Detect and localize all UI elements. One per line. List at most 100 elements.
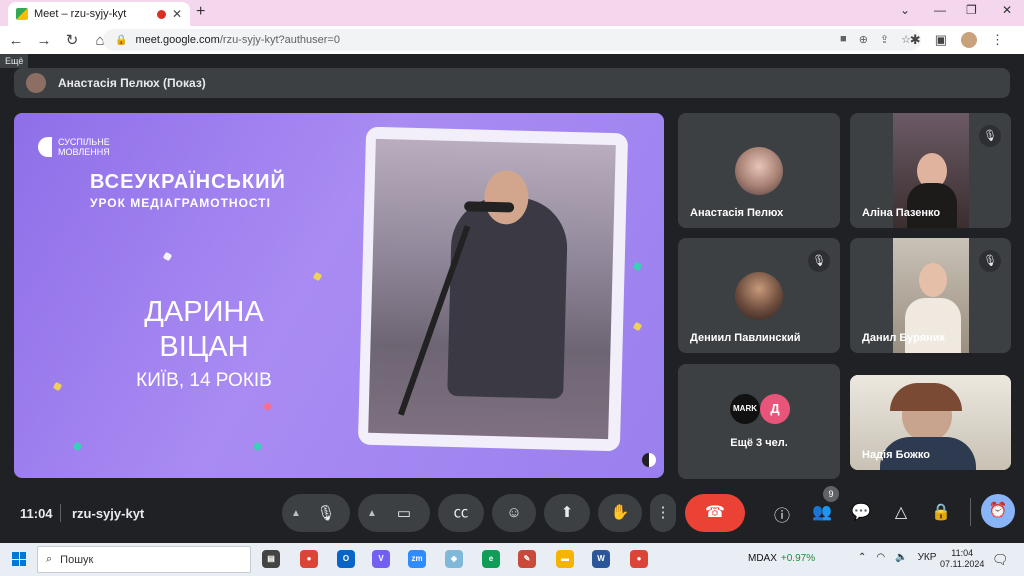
zoom-icon[interactable]: ⊕: [859, 33, 868, 46]
tab-title: Meet – rzu-syjy-kyt: [34, 8, 127, 20]
reactions-button[interactable]: ☺: [492, 494, 536, 532]
host-controls-lock-icon[interactable]: 🔒: [931, 502, 951, 522]
participant-name: Надія Божко: [862, 449, 930, 461]
suspilne-logo-icon: [38, 137, 52, 157]
side-panel-icon[interactable]: ▣: [935, 32, 947, 48]
camera-options-chevron-icon[interactable]: ▲: [362, 508, 382, 519]
meeting-code: rzu-syjy-kyt: [72, 506, 145, 521]
meet-control-bar: 11:04 rzu-syjy-kyt ▲ 🎙 ▲ ▭ ㏄ ☺ ⬆ ✋ ⋮ ☎ ⓘ…: [0, 480, 1024, 543]
meeting-clock: 11:04: [20, 506, 53, 521]
hangup-phone-icon: ☎: [705, 504, 725, 521]
taskbar-search[interactable]: ⌕ Пошук: [37, 546, 251, 573]
forward-arrow-icon[interactable]: →: [36, 32, 52, 49]
share-icon[interactable]: ⇪: [880, 33, 889, 46]
chrome-icon[interactable]: ●: [300, 550, 318, 568]
broadcaster-logo: СУСПІЛЬНЕ МОВЛЕННЯ: [38, 137, 110, 157]
lock-icon: 🔒: [115, 34, 128, 46]
new-tab-button[interactable]: +: [196, 3, 205, 21]
speaker-city-age: КИЇВ, 14 РОКІВ: [136, 370, 272, 391]
participant-tile[interactable]: 🎙 Аліна Пазенко: [850, 113, 1011, 228]
stock-ticker[interactable]: MDAX +0.97%: [748, 553, 815, 564]
close-window-button[interactable]: ✕: [1002, 3, 1012, 17]
more-participants-tile[interactable]: MARK Д Ещё 3 чел.: [678, 364, 840, 479]
more-vertical-icon: ⋮: [655, 504, 671, 521]
browser-tab-meet[interactable]: Meet – rzu-syjy-kyt ✕: [8, 2, 190, 26]
mic-off-icon: 🎙: [979, 125, 1001, 147]
raise-hand-icon: ✋: [610, 504, 630, 521]
presentation-stage[interactable]: СУСПІЛЬНЕ МОВЛЕННЯ ВСЕУКРАЇНСЬКИЙ УРОК МЕ…: [14, 113, 664, 478]
mic-options-chevron-icon[interactable]: ▲: [286, 508, 306, 519]
zoom-icon[interactable]: zm: [408, 550, 426, 568]
video-camera-icon[interactable]: ▭: [382, 504, 426, 522]
speaker-last-name: ВІЦАН: [159, 331, 249, 363]
speaker-photo-frame: [357, 126, 629, 452]
viber-icon[interactable]: V: [372, 550, 390, 568]
reload-icon[interactable]: ↻: [64, 31, 80, 49]
participant-tile[interactable]: 🎙 Данил Буряник: [850, 238, 1011, 353]
tray-chevron-icon[interactable]: ⌃: [858, 552, 866, 563]
edge-icon[interactable]: e: [482, 550, 500, 568]
tab-close-icon[interactable]: ✕: [172, 7, 182, 21]
browser-menu-icon[interactable]: ⋮: [991, 32, 1004, 48]
microphone-icon[interactable]: 🎙: [306, 504, 346, 522]
microphone-control[interactable]: ▲ 🎙: [282, 494, 350, 532]
people-icon[interactable]: 👥: [812, 502, 832, 522]
chat-icon[interactable]: 💬: [851, 502, 871, 522]
search-placeholder: Пошук: [60, 553, 94, 566]
file-explorer-icon[interactable]: ▬: [556, 550, 574, 568]
url-host: meet.google.com: [135, 34, 220, 46]
present-screen-button[interactable]: ⬆: [544, 494, 590, 532]
extensions-puzzle-icon[interactable]: ✱: [910, 32, 921, 48]
participant-tile[interactable]: Надія Божко: [850, 375, 1011, 470]
search-icon: ⌕: [46, 553, 53, 565]
back-arrow-icon[interactable]: ←: [8, 32, 24, 49]
windows-start-icon[interactable]: [12, 552, 26, 566]
raise-hand-button[interactable]: ✋: [598, 494, 642, 532]
chrome-active-icon[interactable]: ●: [630, 550, 648, 568]
presenter-avatar: [26, 73, 46, 93]
taskbar-clock[interactable]: 11:04 07.11.2024: [940, 548, 984, 570]
url-path: /rzu-syjy-kyt?authuser=0: [219, 34, 340, 46]
participant-name: Анастасія Пелюх: [690, 207, 784, 219]
participant-name: Дениил Павлинский: [690, 332, 801, 344]
word-icon[interactable]: W: [592, 550, 610, 568]
profile-avatar[interactable]: [961, 32, 977, 48]
timer-alarm-icon[interactable]: ⏰: [981, 494, 1015, 528]
leave-call-button[interactable]: ☎: [685, 494, 745, 532]
participant-tile[interactable]: Анастасія Пелюх: [678, 113, 840, 228]
app-icon[interactable]: ◆: [445, 550, 463, 568]
wifi-icon[interactable]: ◠: [876, 552, 885, 563]
closed-captions-icon: ㏄: [453, 504, 469, 521]
outlook-icon[interactable]: O: [337, 550, 355, 568]
keyboard-language[interactable]: УКР: [918, 552, 937, 563]
browser-toolbar: ← → ↻ ⌂ 🔒 meet.google.com/rzu-syjy-kyt?a…: [0, 26, 1024, 54]
meeting-info-icon[interactable]: ⓘ: [772, 502, 792, 526]
speaker-first-name: ДАРИНА: [144, 296, 264, 328]
taskbar-time: 11:04: [951, 548, 974, 558]
address-bar[interactable]: 🔒 meet.google.com/rzu-syjy-kyt?authuser=…: [103, 29, 921, 51]
slide-subtitle: УРОК МЕДІАГРАМОТНОСТІ: [90, 196, 271, 210]
camera-icon[interactable]: ■: [840, 33, 847, 46]
people-count-badge: 9: [823, 486, 839, 502]
windows-taskbar: ⌕ Пошук ▤ ● O V zm ◆ e ✎ ▬ W ● MDAX +0.9…: [0, 543, 1024, 576]
paint-icon[interactable]: ✎: [518, 550, 536, 568]
camera-control[interactable]: ▲ ▭: [358, 494, 430, 532]
maximize-button[interactable]: ❐: [966, 3, 977, 17]
participant-avatar: Д: [760, 394, 790, 424]
more-options-button[interactable]: ⋮: [650, 494, 676, 532]
task-view-icon[interactable]: ▤: [262, 550, 280, 568]
ticker-name: MDAX: [748, 553, 777, 564]
activities-icon[interactable]: △: [891, 502, 911, 522]
tab-search-icon[interactable]: ⌄: [900, 3, 910, 17]
present-screen-icon: ⬆: [560, 504, 574, 521]
captions-button[interactable]: ㏄: [438, 494, 484, 532]
minimize-button[interactable]: —: [934, 3, 946, 17]
presenter-label: Анастасія Пелюх (Показ): [58, 76, 206, 90]
notifications-icon[interactable]: 🗨: [992, 552, 1009, 568]
participant-tile[interactable]: 🎙 Дениил Павлинский: [678, 238, 840, 353]
speaker-photo: [368, 138, 616, 440]
volume-icon[interactable]: 🔈: [895, 552, 907, 563]
more-participants-label: Ещё 3 чел.: [730, 437, 788, 449]
brand-line2: МОВЛЕННЯ: [58, 147, 110, 157]
browser-tabstrip: Meet – rzu-syjy-kyt ✕ + ⌄ — ❐ ✕: [0, 0, 1024, 26]
